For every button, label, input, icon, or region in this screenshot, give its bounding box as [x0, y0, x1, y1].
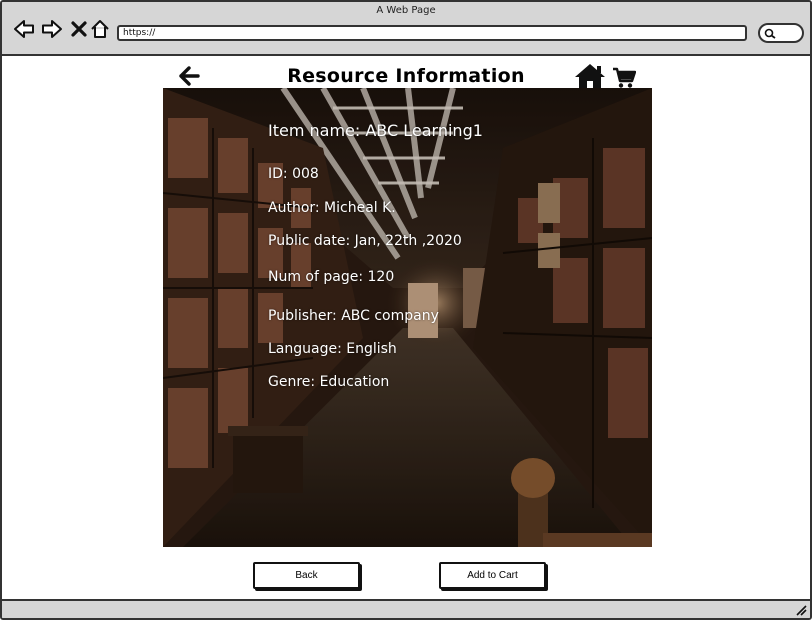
page-header: Resource Information: [2, 58, 810, 90]
item-language: Language: English: [268, 341, 397, 357]
item-publisher: Publisher: ABC company: [268, 308, 439, 324]
search-input[interactable]: [758, 23, 804, 43]
item-num-pages: Num of page: 120: [268, 269, 395, 285]
url-bar[interactable]: https://: [117, 25, 747, 41]
forward-icon[interactable]: [41, 18, 63, 40]
item-genre: Genre: Education: [268, 374, 390, 390]
page-title: Resource Information: [287, 65, 525, 87]
item-id: ID: 008: [268, 166, 319, 182]
status-bar: [2, 599, 810, 618]
search-icon: [764, 28, 776, 39]
resize-grip-icon[interactable]: [795, 604, 807, 616]
add-to-cart-button[interactable]: Add to Cart: [439, 562, 546, 589]
close-icon[interactable]: [68, 18, 90, 40]
home-icon[interactable]: [89, 18, 111, 40]
item-author: Author: Micheal K.: [268, 200, 396, 216]
browser-window: A Web Page https:// Resource Information: [0, 0, 812, 620]
browser-toolbar: A Web Page https://: [2, 2, 810, 56]
back-button[interactable]: Back: [253, 562, 360, 589]
home-icon[interactable]: [574, 63, 606, 91]
back-icon[interactable]: [13, 18, 35, 40]
item-name: Item name: ABC Learning1: [268, 121, 483, 140]
item-public-date: Public date: Jan, 22th ,2020: [268, 233, 462, 249]
window-title: A Web Page: [376, 5, 436, 16]
cart-icon[interactable]: [612, 67, 636, 89]
